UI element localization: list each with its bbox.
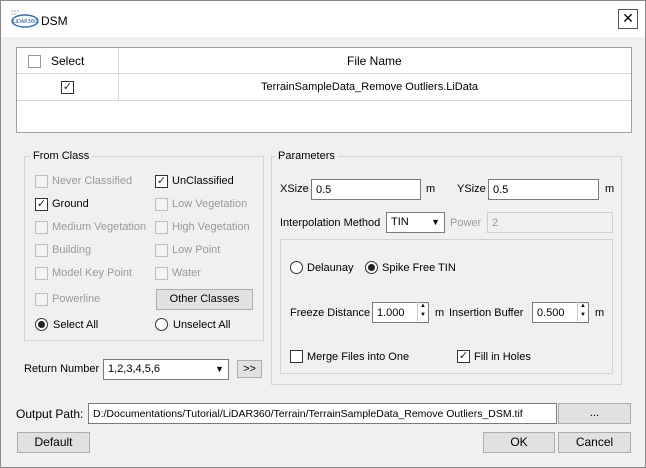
- spike-free-tin-radio[interactable]: [365, 261, 378, 274]
- high-vegetation-checkbox[interactable]: [155, 221, 168, 234]
- ysize-label: YSize: [457, 183, 486, 195]
- freeze-distance-spinbox[interactable]: ▲▼: [372, 302, 429, 323]
- model-key-point-label: Model Key Point: [52, 267, 133, 279]
- unclassified-checkbox[interactable]: ✓: [155, 175, 168, 188]
- building-label: Building: [52, 244, 92, 256]
- never-classified-checkbox[interactable]: [35, 175, 48, 188]
- high-vegetation-label: High Vegetation: [172, 221, 250, 233]
- from-class-title: From Class: [30, 150, 93, 162]
- parameters-title: Parameters: [275, 150, 338, 162]
- spin-arrows-icon[interactable]: ▲ ▼: [577, 302, 588, 321]
- browse-button[interactable]: ...: [558, 403, 631, 424]
- water-checkbox[interactable]: [155, 267, 168, 280]
- output-path-input[interactable]: [88, 403, 557, 424]
- file-select-checkbox[interactable]: ✓: [61, 81, 74, 94]
- dsm-dialog: LiDAR360 DSM ✕ Select File Name ✓ Terrai…: [0, 0, 646, 468]
- low-vegetation-checkbox[interactable]: [155, 198, 168, 211]
- spin-arrows-icon[interactable]: ▲ ▼: [417, 302, 428, 321]
- unselect-all-radio[interactable]: [155, 318, 168, 331]
- chevron-down-icon: ▼: [215, 364, 224, 374]
- column-divider: [118, 48, 119, 101]
- xsize-label: XSize: [280, 183, 309, 195]
- unclassified-label: UnClassified: [172, 175, 234, 187]
- xsize-unit: m: [426, 183, 436, 195]
- power-label: Power: [450, 217, 482, 229]
- select-all-label: Select All: [53, 319, 99, 331]
- powerline-checkbox[interactable]: [35, 293, 48, 306]
- insertion-buffer-unit: m: [595, 307, 605, 319]
- merge-files-checkbox[interactable]: [290, 350, 303, 363]
- powerline-label: Powerline: [52, 293, 101, 305]
- fill-in-holes-checkbox[interactable]: ✓: [457, 350, 470, 363]
- unselect-all-label: Unselect All: [173, 319, 231, 331]
- default-button[interactable]: Default: [17, 432, 90, 453]
- cancel-button[interactable]: Cancel: [558, 432, 631, 453]
- water-label: Water: [172, 267, 201, 279]
- medium-vegetation-checkbox[interactable]: [35, 221, 48, 234]
- power-input[interactable]: [487, 212, 613, 233]
- xsize-input[interactable]: [311, 179, 421, 200]
- insertion-buffer-label: Insertion Buffer: [449, 307, 524, 319]
- select-all-files-checkbox[interactable]: [28, 55, 41, 68]
- title-bar: LiDAR360 DSM ✕: [1, 1, 645, 37]
- low-point-label: Low Point: [172, 244, 221, 256]
- low-vegetation-label: Low Vegetation: [172, 198, 248, 210]
- return-number-label: Return Number: [24, 363, 100, 375]
- chevron-down-icon: ▼: [431, 217, 440, 227]
- close-icon: ✕: [622, 10, 634, 26]
- ysize-unit: m: [605, 183, 615, 195]
- never-classified-label: Never Classified: [52, 175, 133, 187]
- file-name-column-header: File Name: [347, 54, 402, 68]
- lidar360-logo-icon: LiDAR360: [11, 10, 39, 28]
- file-table: Select File Name ✓ TerrainSampleData_Rem…: [16, 47, 632, 133]
- insertion-buffer-spinbox[interactable]: ▲▼: [532, 302, 589, 323]
- return-number-select[interactable]: 1,2,3,4,5,6 ▼: [103, 359, 229, 380]
- select-all-radio[interactable]: [35, 318, 48, 331]
- select-column-header: Select: [51, 54, 85, 68]
- delaunay-label: Delaunay: [307, 262, 354, 274]
- building-checkbox[interactable]: [35, 244, 48, 257]
- file-name-cell: TerrainSampleData_Remove Outliers.LiData: [261, 81, 479, 93]
- svg-text:LiDAR360: LiDAR360: [13, 19, 37, 25]
- model-key-point-checkbox[interactable]: [35, 267, 48, 280]
- ysize-input[interactable]: [488, 179, 599, 200]
- freeze-distance-unit: m: [435, 307, 445, 319]
- spike-free-tin-label: Spike Free TIN: [382, 262, 456, 274]
- ground-checkbox[interactable]: ✓: [35, 198, 48, 211]
- merge-files-label: Merge Files into One: [307, 351, 410, 363]
- ok-button[interactable]: OK: [483, 432, 555, 453]
- other-classes-button[interactable]: Other Classes: [156, 289, 253, 310]
- freeze-distance-label: Freeze Distance: [290, 307, 371, 319]
- low-point-checkbox[interactable]: [155, 244, 168, 257]
- window-title: DSM: [41, 14, 68, 28]
- medium-vegetation-label: Medium Vegetation: [52, 221, 147, 233]
- ground-label: Ground: [52, 198, 89, 210]
- return-number-value: 1,2,3,4,5,6: [108, 363, 160, 375]
- interpolation-method-select[interactable]: TIN ▼: [386, 212, 445, 233]
- interpolation-method-label: Interpolation Method: [280, 217, 381, 229]
- return-number-more-button[interactable]: >>: [237, 360, 262, 378]
- interpolation-method-value: TIN: [391, 216, 409, 228]
- delaunay-radio[interactable]: [290, 261, 303, 274]
- table-header-row: Select File Name: [17, 48, 631, 74]
- close-button[interactable]: ✕: [618, 9, 638, 29]
- table-row[interactable]: ✓ TerrainSampleData_Remove Outliers.LiDa…: [17, 74, 631, 101]
- fill-in-holes-label: Fill in Holes: [474, 351, 531, 363]
- output-path-label: Output Path:: [16, 407, 84, 421]
